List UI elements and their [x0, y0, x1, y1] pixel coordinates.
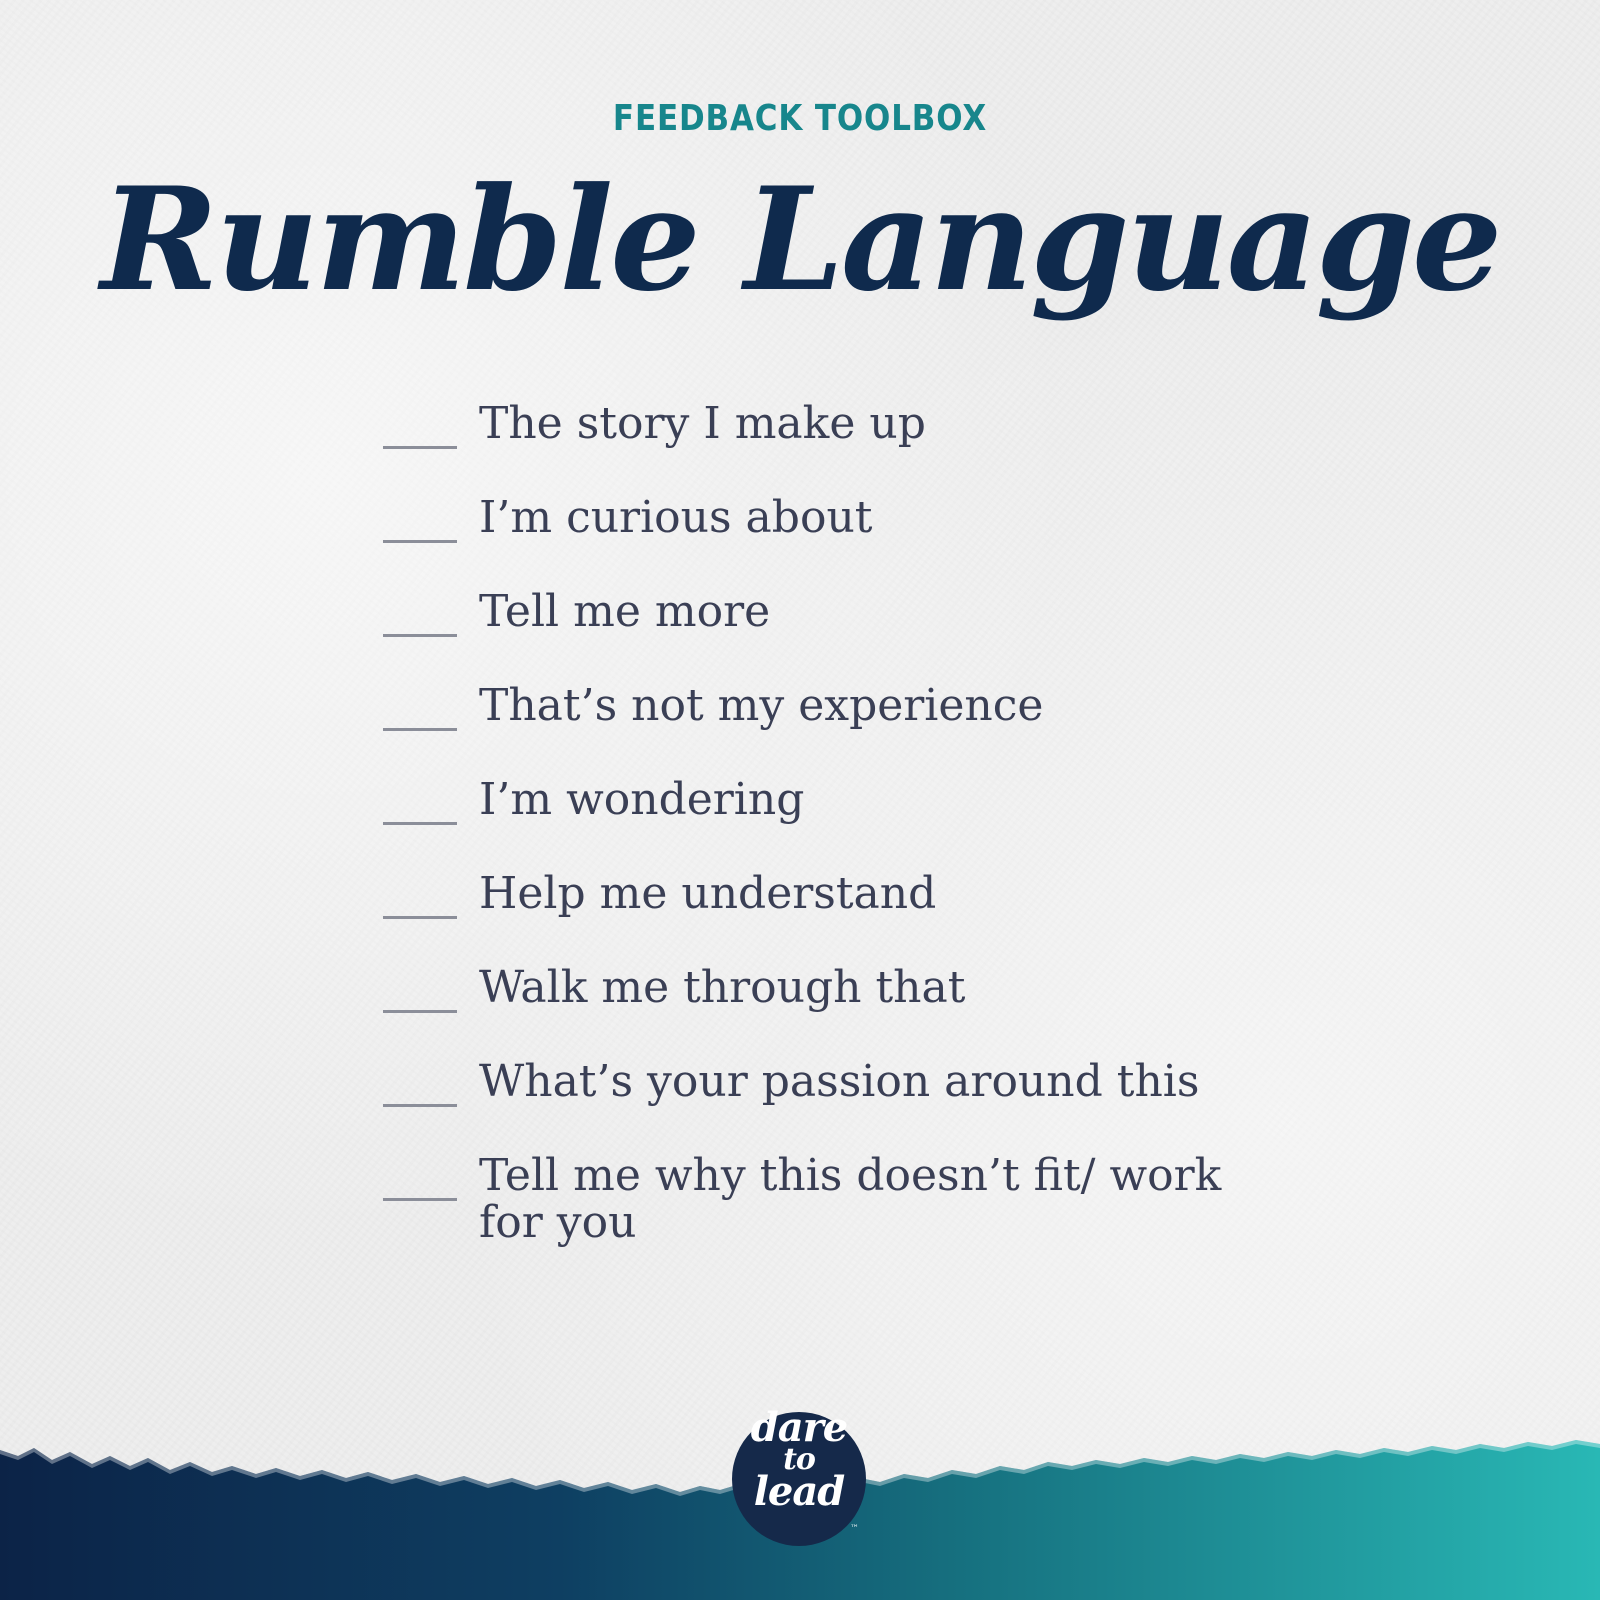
prompt-text: I’m wondering — [479, 774, 805, 825]
prompt-text: Help me understand — [479, 868, 937, 919]
list-item: What’s your passion around this — [383, 1046, 1259, 1140]
list-item: I’m curious about — [383, 482, 1259, 576]
logo-wordmark: dare to lead — [724, 1404, 874, 1515]
checkbox-blank-line — [383, 540, 457, 543]
checkbox-blank-line — [383, 916, 457, 919]
prompt-text: That’s not my experience — [479, 680, 1044, 731]
list-item: I’m wondering — [383, 764, 1259, 858]
rumble-prompt-list: The story I make up I’m curious about Te… — [383, 388, 1259, 1280]
prompt-text: Tell me more — [479, 586, 771, 637]
list-item: Walk me through that — [383, 952, 1259, 1046]
prompt-text: What’s your passion around this — [479, 1056, 1200, 1107]
page-title: Rumble Language — [100, 157, 1503, 323]
prompt-text: Walk me through that — [479, 962, 966, 1013]
checkbox-blank-line — [383, 1198, 457, 1201]
logo-line-dare: dare — [750, 1404, 848, 1451]
prompt-text: I’m curious about — [479, 492, 873, 543]
checkbox-blank-line — [383, 634, 457, 637]
checkbox-blank-line — [383, 1104, 457, 1107]
list-item: That’s not my experience — [383, 670, 1259, 764]
checkbox-blank-line — [383, 446, 457, 449]
trademark-symbol: ™ — [850, 1524, 859, 1534]
checkbox-blank-line — [383, 822, 457, 825]
prompt-text: Tell me why this doesn’t fit/ work for y… — [479, 1150, 1222, 1248]
checkbox-blank-line — [383, 1010, 457, 1013]
prompt-text: The story I make up — [479, 398, 926, 449]
eyebrow-label: FEEDBACK TOOLBOX — [612, 98, 988, 139]
checkbox-blank-line — [383, 728, 457, 731]
list-item: Help me understand — [383, 858, 1259, 952]
list-item: Tell me more — [383, 576, 1259, 670]
logo-line-lead: lead — [753, 1468, 846, 1515]
list-item: The story I make up — [383, 388, 1259, 482]
list-item: Tell me why this doesn’t fit/ work for y… — [383, 1140, 1259, 1280]
